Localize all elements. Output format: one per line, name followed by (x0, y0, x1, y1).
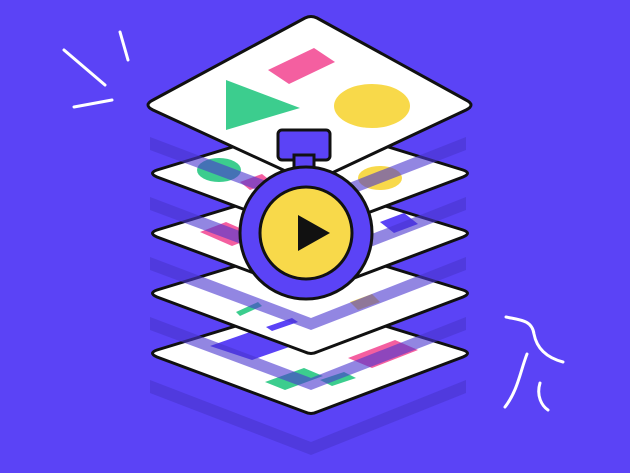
yellow-ellipse-shape (334, 84, 410, 128)
spark-lines-icon (62, 30, 130, 109)
burst-lines-icon (503, 315, 565, 412)
illustration-canvas (0, 0, 630, 473)
layers-illustration (62, 15, 565, 455)
